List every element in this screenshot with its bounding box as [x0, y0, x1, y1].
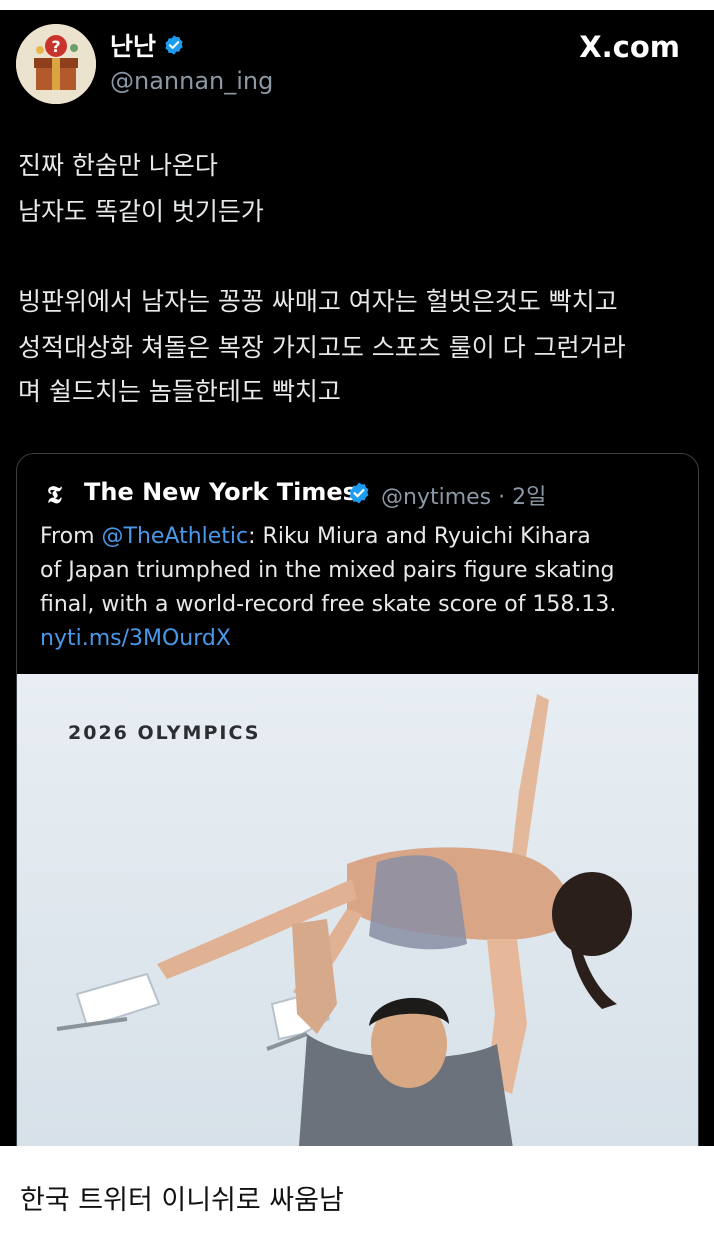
- quoted-text-line-3: final, with a world-record free skate sc…: [40, 592, 617, 617]
- verified-badge-icon: [349, 482, 369, 504]
- author-name[interactable]: 난난: [110, 32, 156, 62]
- avatar[interactable]: ?: [16, 24, 96, 104]
- tweet-text-line-4: 성적대상화 쳐돌은 복장 가지고도 스포츠 룰이 다 그런거라: [18, 333, 626, 362]
- quoted-text-line-2: of Japan triumphed in the mixed pairs fi…: [40, 558, 615, 583]
- article-link[interactable]: nyti.ms/3MOurdX: [40, 622, 231, 656]
- verified-badge-icon: [165, 35, 183, 55]
- top-margin: [0, 0, 714, 10]
- quoted-tweet[interactable]: 𝕿 The New York Times @nytimes · 2일 From …: [16, 453, 699, 1146]
- site-logo[interactable]: X.com: [579, 30, 680, 64]
- tweet-text-line-1: 진짜 한숨만 나온다: [18, 151, 218, 180]
- avatar-image: ?: [16, 24, 96, 104]
- quoted-text-line-1: From @TheAthletic: Riku Miura and Ryuich…: [40, 520, 591, 554]
- author-handle[interactable]: @nannan_ing: [110, 66, 273, 96]
- tweet-card: ? 난난 @nannan_ing X.com 진짜 한숨만 나온다 남자도 똑같…: [0, 10, 714, 1146]
- quoted-author-name[interactable]: The New York Times: [84, 478, 357, 506]
- tweet-text-line-5: 며 쉴드치는 놈들한테도 빡치고: [18, 377, 341, 406]
- quoted-text-prefix: From: [40, 524, 102, 549]
- post-caption: 한국 트위터 이니쉬로 싸움남: [20, 1185, 344, 1216]
- quoted-handle-time: @nytimes · 2일: [381, 479, 546, 511]
- quoted-photo[interactable]: 2026 OLYMPICS: [17, 674, 698, 1146]
- photo-label: 2026 OLYMPICS: [68, 722, 261, 744]
- quoted-time: · 2일: [498, 485, 547, 510]
- mention-link[interactable]: @TheAthletic: [102, 524, 249, 549]
- tweet-text-line-3: 빙판위에서 남자는 꽁꽁 싸매고 여자는 헐벗은것도 빡치고: [18, 287, 618, 316]
- nyt-logo-icon: 𝕿: [47, 480, 62, 509]
- svg-text:?: ?: [51, 37, 60, 56]
- tweet-text-line-2: 남자도 똑같이 벗기든가: [18, 197, 264, 226]
- quoted-text-rest: : Riku Miura and Ryuichi Kihara: [248, 524, 591, 549]
- skating-photo-image: [17, 674, 698, 1146]
- quoted-handle[interactable]: @nytimes: [381, 485, 491, 510]
